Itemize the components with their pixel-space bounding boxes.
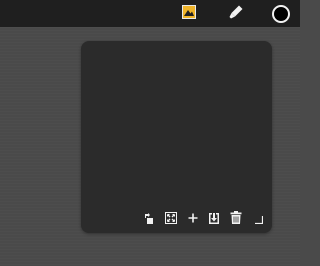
layer-panel: [81, 41, 272, 233]
rotate-icon[interactable]: [143, 212, 155, 224]
expand-icon[interactable]: [165, 212, 177, 224]
delete-icon[interactable]: [230, 211, 242, 224]
image-icon[interactable]: [182, 5, 196, 19]
import-icon[interactable]: [208, 212, 220, 224]
top-toolbar: [0, 0, 300, 27]
resize-handle-icon[interactable]: [255, 216, 263, 224]
brush-icon[interactable]: [228, 4, 244, 20]
color-swatch[interactable]: [272, 5, 290, 23]
add-icon[interactable]: [187, 212, 199, 224]
